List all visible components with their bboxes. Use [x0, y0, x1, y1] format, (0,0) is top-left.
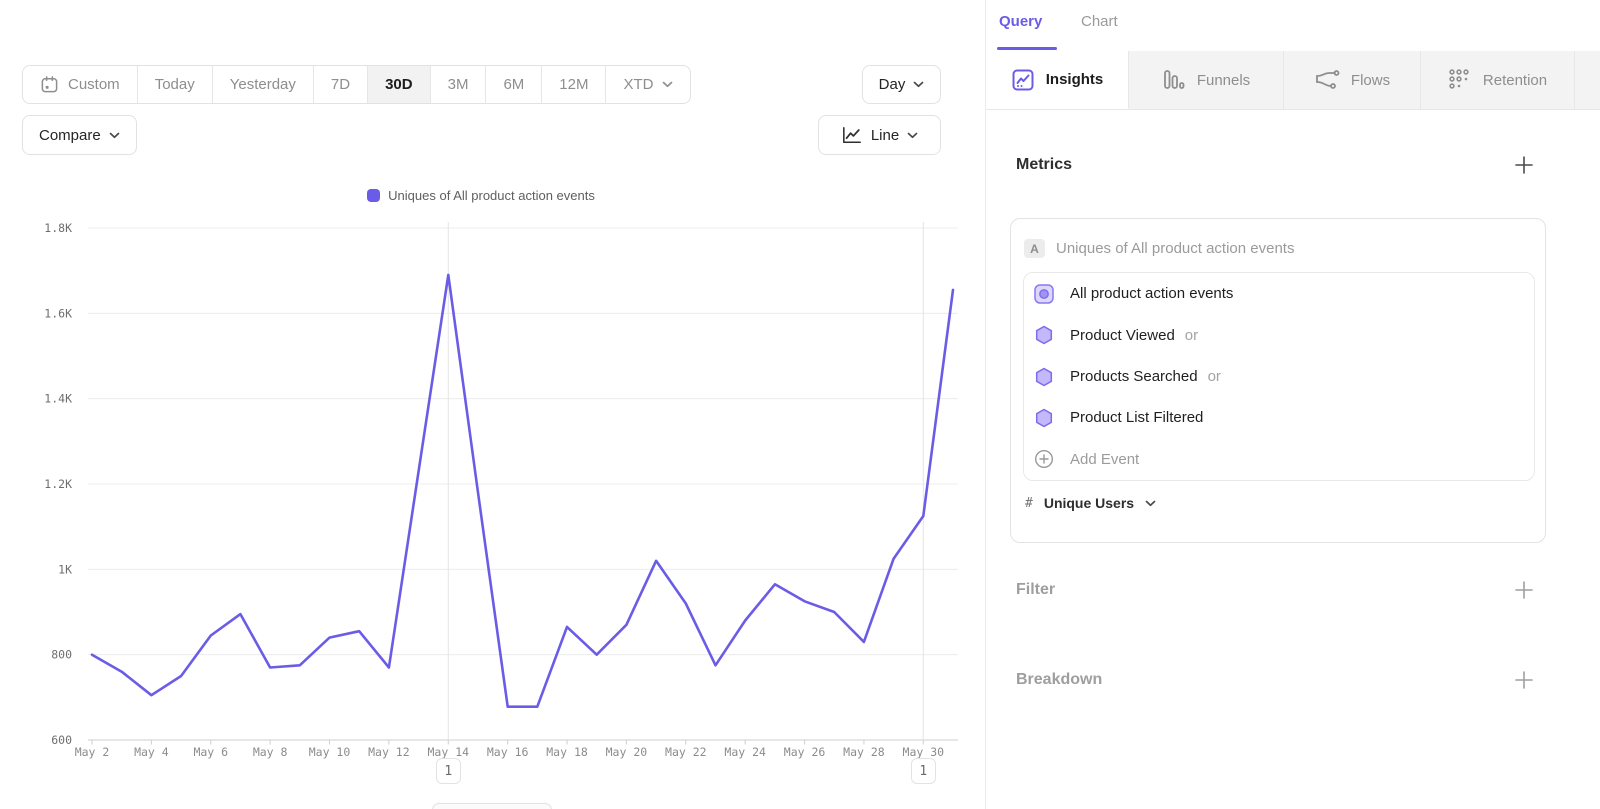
tab-label: Retention	[1483, 72, 1547, 89]
x-axis-label: May 28	[843, 745, 885, 759]
insights-icon	[1011, 68, 1035, 92]
aggregation-label: Unique Users	[1044, 495, 1134, 511]
event-or-operator: or	[1185, 327, 1198, 344]
active-tab-underline	[997, 47, 1057, 50]
event-row[interactable]: Product Viewed or	[1024, 314, 1534, 355]
x-axis-label: May 8	[253, 745, 288, 759]
report-type-tabs: Insights Funnels Flows Retention	[986, 51, 1600, 110]
metrics-section-title: Metrics	[1016, 156, 1072, 174]
add-metric-button[interactable]	[1512, 153, 1536, 177]
event-name: Product List Filtered	[1070, 409, 1203, 426]
event-hexagon-icon	[1034, 408, 1054, 428]
hash-icon: #	[1025, 496, 1033, 511]
metric-series-badge: A	[1024, 239, 1045, 258]
tab-label: Flows	[1351, 72, 1390, 89]
event-list: All product action events Product Viewed o…	[1023, 272, 1535, 481]
event-name: Products Searched	[1070, 368, 1198, 385]
x-axis-label: May 4	[134, 745, 169, 759]
chevron-down-icon	[1145, 500, 1156, 507]
filter-section-title: Filter	[1016, 581, 1055, 599]
breakdown-section-title: Breakdown	[1016, 671, 1102, 689]
add-filter-button[interactable]	[1512, 578, 1536, 602]
y-axis-label: 600	[51, 733, 72, 747]
event-or-operator: or	[1208, 368, 1221, 385]
event-name: Product Viewed	[1070, 327, 1175, 344]
event-row[interactable]: Products Searched or	[1024, 356, 1534, 397]
add-event-button[interactable]: Add Event	[1024, 439, 1534, 480]
tab-chart[interactable]: Chart	[1081, 13, 1118, 30]
event-hexagon-icon	[1034, 325, 1054, 345]
y-axis-label: 1K	[58, 562, 72, 576]
query-builder-panel: Query Chart Insights Funnels Flows Retentio…	[985, 0, 1600, 809]
x-axis-label: May 16	[487, 745, 529, 759]
event-row[interactable]: All product action events	[1024, 273, 1534, 314]
all-events-icon	[1034, 284, 1054, 304]
x-axis-label: May 6	[193, 745, 228, 759]
tab-label: Funnels	[1197, 72, 1250, 89]
event-name: All product action events	[1070, 285, 1233, 302]
event-hexagon-icon	[1034, 367, 1054, 387]
x-axis-label: May 24	[724, 745, 766, 759]
flows-icon	[1314, 68, 1340, 92]
y-axis-label: 800	[51, 648, 72, 662]
x-axis-label: May 10	[309, 745, 351, 759]
x-axis-label: May 14	[428, 745, 470, 759]
series-line	[92, 275, 953, 707]
tab-query[interactable]: Query	[999, 13, 1042, 30]
tab-label: Insights	[1046, 71, 1104, 88]
event-name: Add Event	[1070, 451, 1139, 468]
metric-title[interactable]: Uniques of All product action events	[1056, 240, 1294, 257]
y-axis-label: 1.4K	[44, 392, 72, 406]
tab-flows[interactable]: Flows	[1284, 51, 1421, 109]
x-axis-label: May 20	[606, 745, 648, 759]
line-chart: 600 800 1K 1.2K 1.4K 1.6K 1.8K May 2 May 4 May 6 M…	[0, 0, 985, 809]
tab-insights[interactable]: Insights	[986, 51, 1129, 109]
metric-card: A Uniques of All product action events A…	[1010, 218, 1546, 543]
retention-icon	[1448, 68, 1472, 92]
y-axis-label: 1.8K	[44, 221, 72, 235]
tab-bar-filler	[1575, 51, 1600, 109]
y-axis-label: 1.6K	[44, 306, 72, 320]
tab-retention[interactable]: Retention	[1421, 51, 1575, 109]
x-axis-label: May 22	[665, 745, 707, 759]
x-axis-label: May 26	[784, 745, 826, 759]
y-axis-label: 1.2K	[44, 477, 72, 491]
add-circle-icon	[1034, 449, 1054, 469]
add-breakdown-button[interactable]	[1512, 668, 1536, 692]
x-axis-label: May 18	[546, 745, 588, 759]
clipped-bottom-panel	[432, 803, 552, 809]
annotation-badge[interactable]: 1	[911, 758, 936, 784]
aggregation-dropdown[interactable]: # Unique Users	[1025, 495, 1156, 511]
x-axis-label: May 2	[75, 745, 110, 759]
tab-funnels[interactable]: Funnels	[1129, 51, 1284, 109]
funnels-icon	[1162, 68, 1186, 92]
x-axis-label: May 30	[903, 745, 945, 759]
annotation-badge[interactable]: 1	[436, 758, 461, 784]
x-axis-label: May 12	[368, 745, 410, 759]
event-row[interactable]: Product List Filtered	[1024, 397, 1534, 438]
